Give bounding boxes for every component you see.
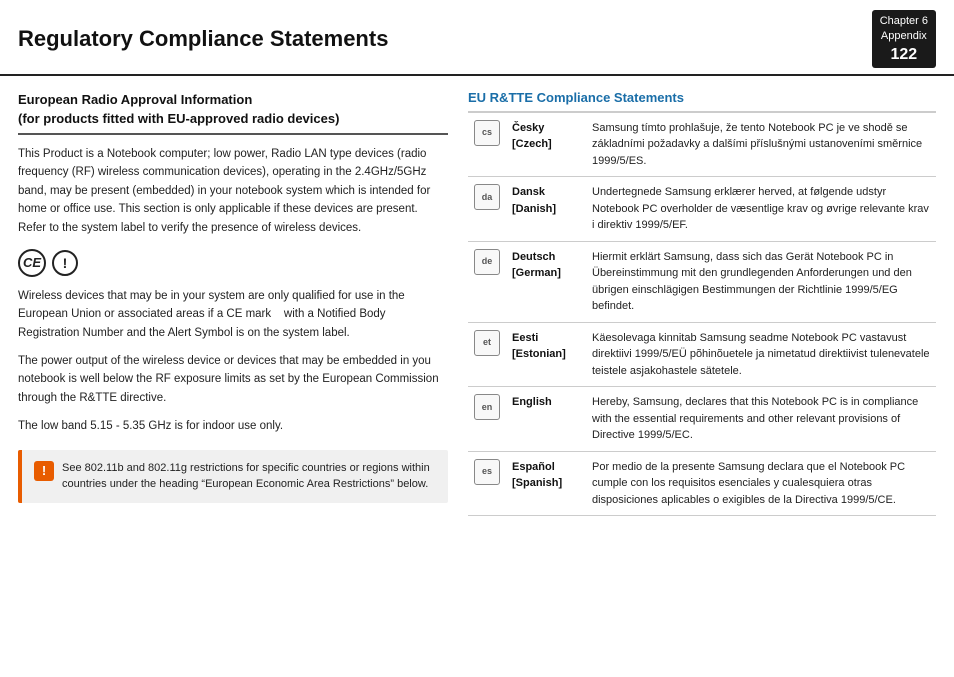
power-text: The power output of the wireless device … — [18, 352, 448, 407]
intro-text: This Product is a Notebook computer; low… — [18, 145, 448, 237]
lang-native-name: Dansk — [512, 184, 580, 201]
lang-flag-icon: es — [474, 459, 500, 485]
lang-native-name: Español — [512, 459, 580, 476]
lang-name-cell: Dansk[Danish] — [506, 177, 586, 242]
lang-flag-icon: en — [474, 394, 500, 420]
lang-compliance-text: Samsung tímto prohlašuje, že tento Noteb… — [586, 112, 936, 177]
page-container: Regulatory Compliance Statements Chapter… — [0, 0, 954, 677]
lang-native-name: Česky — [512, 120, 580, 137]
lang-icon-cell: de — [468, 241, 506, 322]
table-row: csČesky[Czech]Samsung tímto prohlašuje, … — [468, 112, 936, 177]
appendix-label: Appendix — [881, 29, 927, 44]
lang-name-cell: Česky[Czech] — [506, 112, 586, 177]
chapter-label: Chapter 6 — [880, 14, 928, 29]
ce-symbols: CE ! — [18, 249, 448, 277]
alert-symbol-icon: ! — [52, 250, 78, 276]
lang-native-name: English — [512, 394, 580, 411]
table-row: etEesti[Estonian]Käesolevaga kinnitab Sa… — [468, 322, 936, 387]
lang-name-cell: Deutsch[German] — [506, 241, 586, 322]
heading-line1: European Radio Approval Information — [18, 92, 252, 107]
right-column: EU R&TTE Compliance Statements csČesky[C… — [468, 90, 936, 663]
lang-flag-icon: et — [474, 330, 500, 356]
qualified-text: Wireless devices that may be in your sys… — [18, 287, 448, 342]
lang-icon-cell: cs — [468, 112, 506, 177]
lang-name-cell: Español[Spanish] — [506, 451, 586, 516]
page-title: Regulatory Compliance Statements — [18, 26, 388, 52]
lang-bracket-name: [German] — [512, 265, 580, 282]
heading-line2: (for products fitted with EU-approved ra… — [18, 111, 339, 126]
content-area: European Radio Approval Information (for… — [0, 76, 954, 677]
left-column: European Radio Approval Information (for… — [18, 90, 448, 663]
lang-bracket-name: [Spanish] — [512, 475, 580, 492]
lang-flag-icon: cs — [474, 120, 500, 146]
lang-bracket-name: [Estonian] — [512, 346, 580, 363]
lang-compliance-text: Käesolevaga kinnitab Samsung seadme Note… — [586, 322, 936, 387]
table-row: en English Hereby, Samsung, declares that … — [468, 387, 936, 452]
table-row: deDeutsch[German]Hiermit erklärt Samsung… — [468, 241, 936, 322]
lang-bracket-name: [Danish] — [512, 201, 580, 218]
lang-icon-cell: da — [468, 177, 506, 242]
chapter-badge: Chapter 6 Appendix 122 — [872, 10, 936, 68]
lang-compliance-text: Hiermit erklärt Samsung, dass sich das G… — [586, 241, 936, 322]
left-heading: European Radio Approval Information (for… — [18, 90, 448, 135]
lang-compliance-text: Por medio de la presente Samsung declara… — [586, 451, 936, 516]
lang-icon-cell: et — [468, 322, 506, 387]
warning-text: See 802.11b and 802.11g restrictions for… — [62, 460, 436, 493]
table-row: daDansk[Danish]Undertegnede Samsung erkl… — [468, 177, 936, 242]
table-row: esEspañol[Spanish]Por medio de la presen… — [468, 451, 936, 516]
lang-icon-cell: en — [468, 387, 506, 452]
lang-icon-cell: es — [468, 451, 506, 516]
warning-icon: ! — [34, 461, 54, 481]
warning-box: ! See 802.11b and 802.11g restrictions f… — [18, 450, 448, 503]
lang-compliance-text: Hereby, Samsung, declares that this Note… — [586, 387, 936, 452]
lang-name-cell: English — [506, 387, 586, 452]
low-band-text: The low band 5.15 - 5.35 GHz is for indo… — [18, 417, 448, 435]
lang-native-name: Deutsch — [512, 249, 580, 266]
lang-compliance-text: Undertegnede Samsung erklærer herved, at… — [586, 177, 936, 242]
ce-mark-icon: CE — [18, 249, 46, 277]
compliance-table: csČesky[Czech]Samsung tímto prohlašuje, … — [468, 111, 936, 517]
lang-flag-icon: de — [474, 249, 500, 275]
page-header: Regulatory Compliance Statements Chapter… — [0, 0, 954, 76]
lang-bracket-name: [Czech] — [512, 136, 580, 153]
lang-name-cell: Eesti[Estonian] — [506, 322, 586, 387]
page-number: 122 — [890, 45, 917, 64]
right-heading: EU R&TTE Compliance Statements — [468, 90, 936, 107]
lang-flag-icon: da — [474, 184, 500, 210]
lang-native-name: Eesti — [512, 330, 580, 347]
